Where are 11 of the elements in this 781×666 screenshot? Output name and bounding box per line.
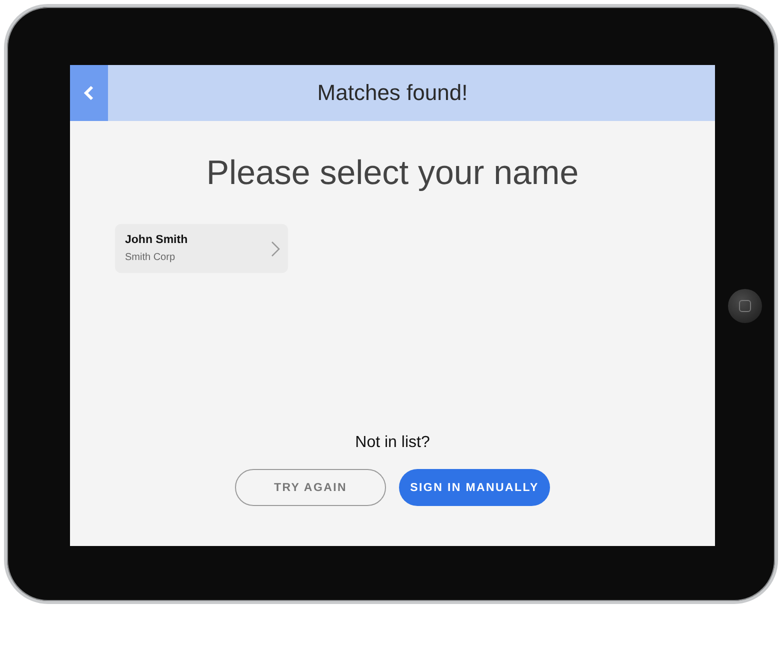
- match-name: John Smith: [125, 234, 189, 246]
- not-in-list-prompt: Not in list?: [355, 434, 430, 452]
- match-company: Smith Corp: [125, 252, 176, 263]
- page-heading: Please select your name: [205, 154, 580, 193]
- chevron-icon: [271, 240, 280, 256]
- header-title: Matches found!: [316, 80, 469, 106]
- back-icon: [83, 85, 95, 101]
- match-card[interactable]: John Smith Smith Corp: [115, 224, 288, 273]
- home-button[interactable]: [728, 288, 762, 322]
- try-again-button[interactable]: TRY AGAIN: [235, 469, 386, 506]
- sign-in-manually-button[interactable]: SIGN IN MANUALLY: [399, 469, 550, 506]
